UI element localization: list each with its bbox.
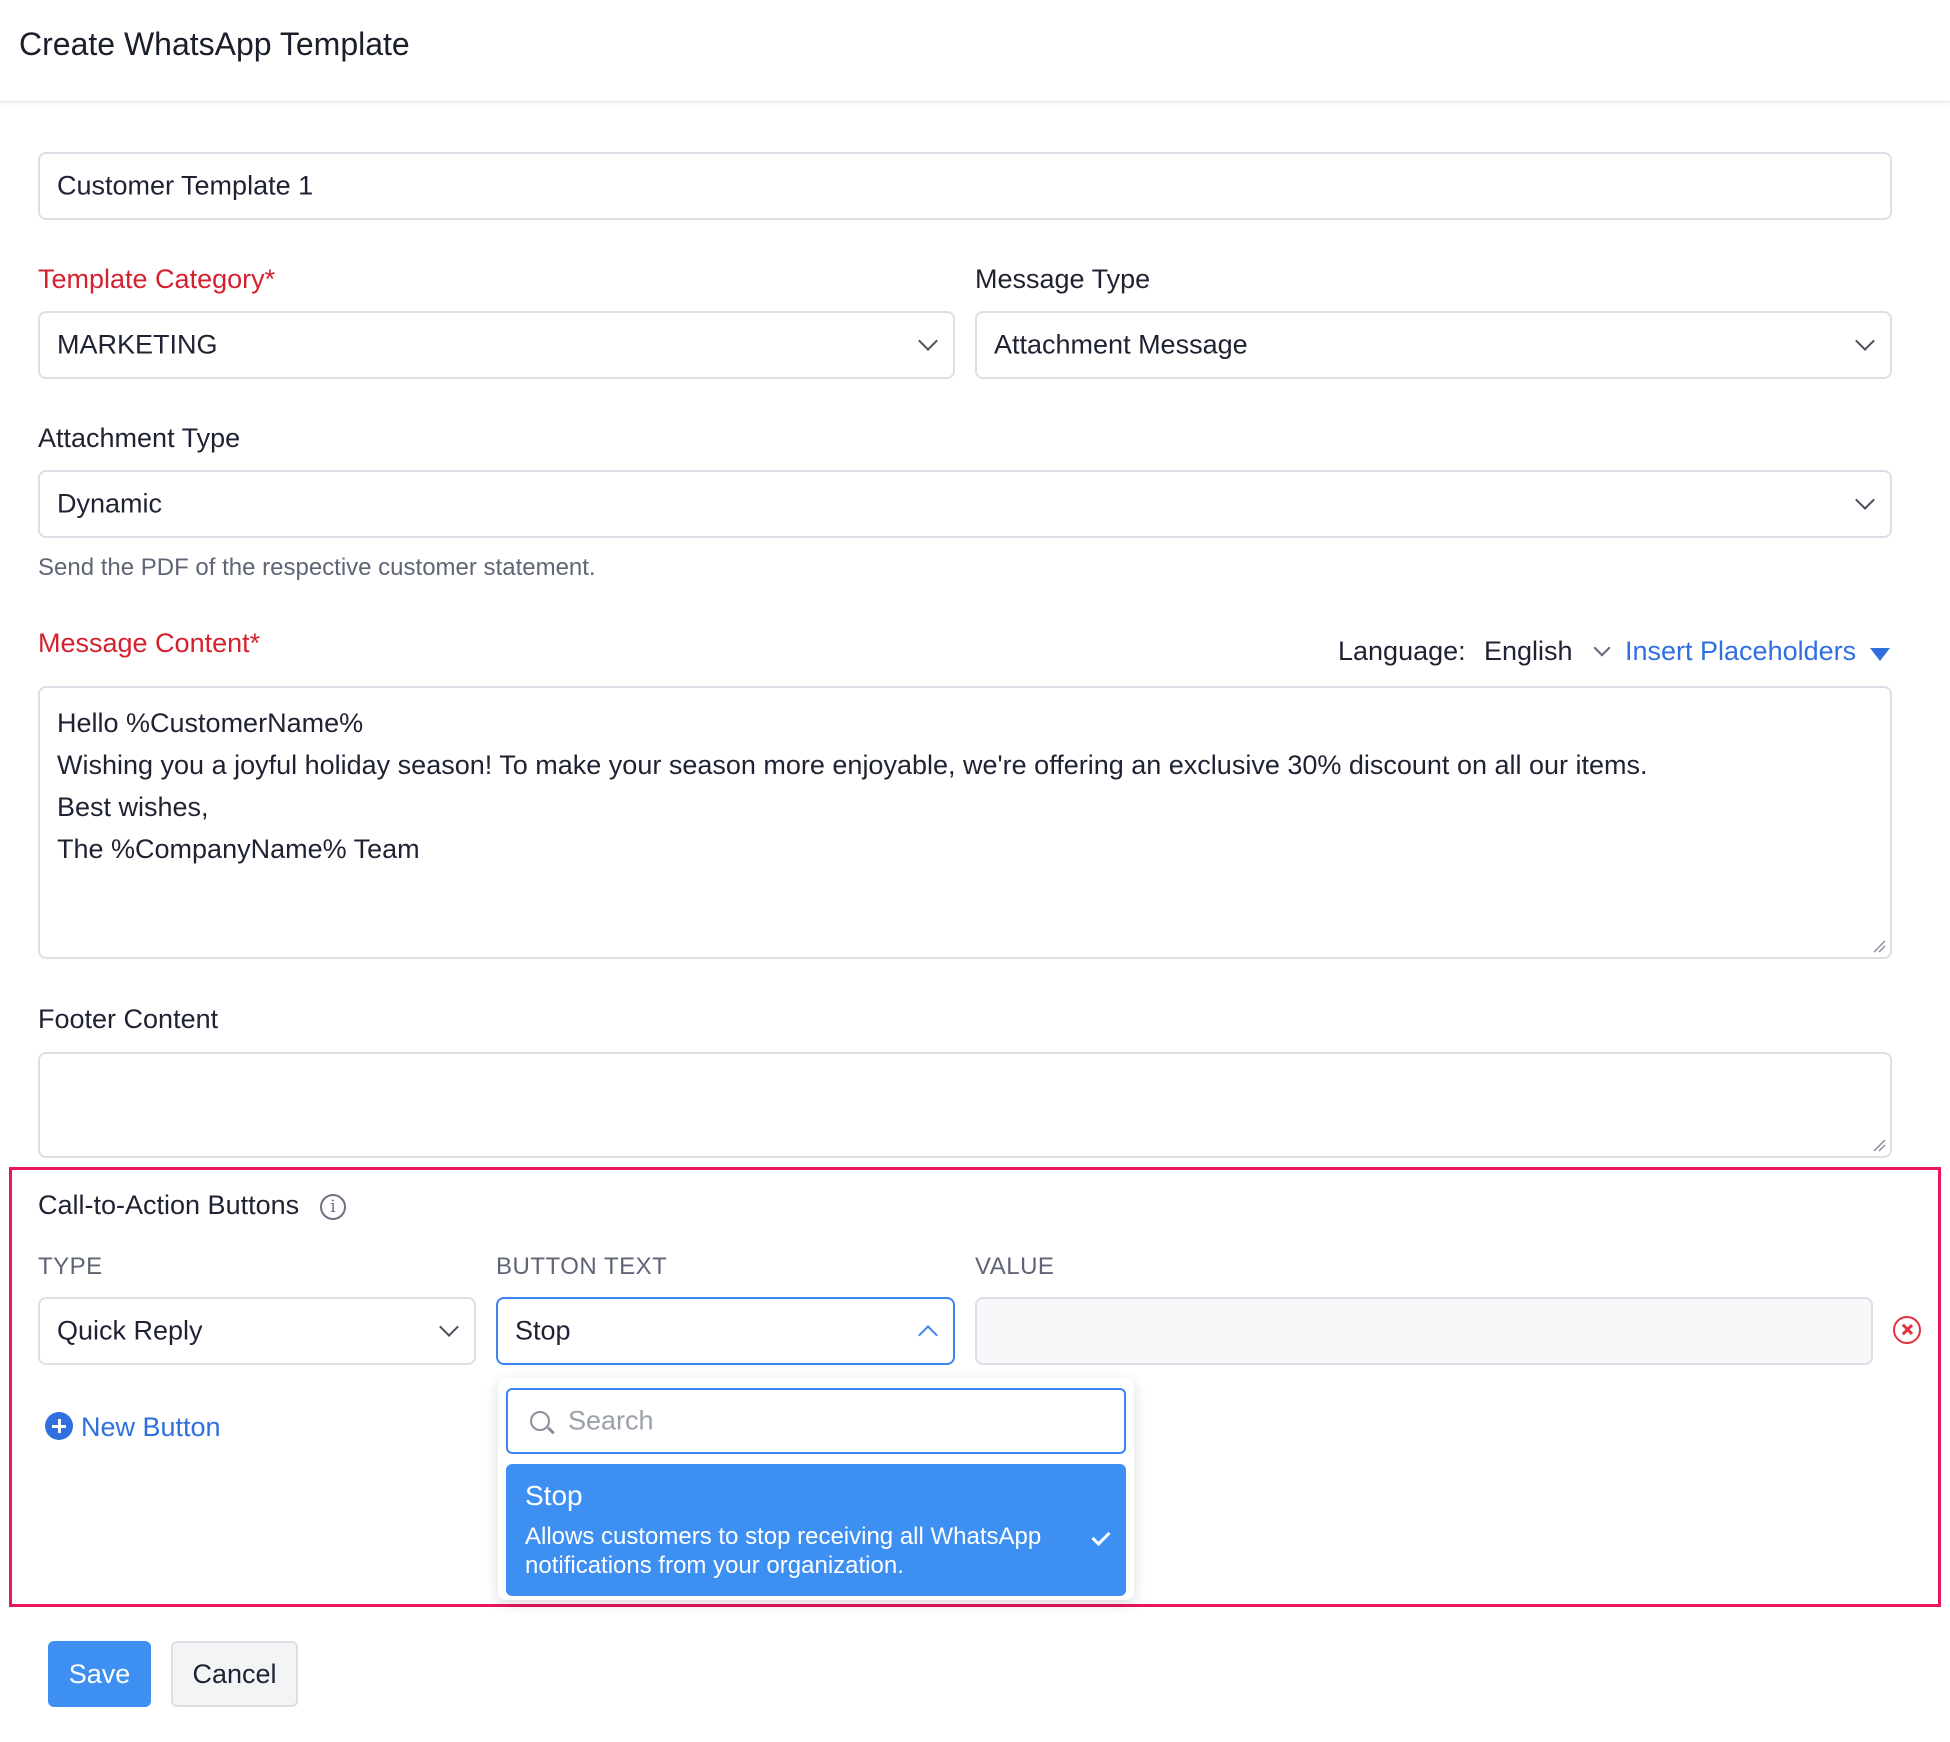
message-content-text: Hello %CustomerName% Wishing you a joyfu… — [57, 702, 1648, 870]
attachment-type-hint: Send the PDF of the respective customer … — [38, 554, 596, 581]
remove-row-icon[interactable] — [1893, 1316, 1921, 1344]
chevron-down-icon — [1855, 331, 1875, 351]
column-header-type: TYPE — [38, 1253, 103, 1280]
template-name-input[interactable]: Customer Template 1 — [38, 152, 1892, 220]
message-line: The %CompanyName% Team — [57, 834, 420, 864]
info-icon[interactable] — [320, 1194, 346, 1220]
cta-section-title: Call-to-Action Buttons — [38, 1190, 300, 1220]
chevron-down-icon — [918, 331, 938, 351]
message-type-value: Attachment Message — [994, 329, 1248, 360]
message-line: Hello %CustomerName% — [57, 708, 364, 738]
attachment-type-value: Dynamic — [57, 488, 163, 519]
template-category-value: MARKETING — [57, 329, 218, 360]
cta-type-select[interactable]: Quick Reply — [38, 1297, 476, 1365]
message-content-label: Message Content* — [38, 628, 261, 658]
language-value: English — [1484, 636, 1573, 666]
plus-circle-icon — [45, 1412, 73, 1440]
cta-value-input[interactable] — [975, 1297, 1873, 1365]
chevron-down-icon — [1593, 639, 1611, 657]
attachment-type-select[interactable]: Dynamic — [38, 470, 1892, 538]
search-placeholder: Search — [568, 1405, 654, 1436]
message-type-label: Message Type — [975, 264, 1151, 294]
attachment-type-label: Attachment Type — [38, 423, 241, 453]
button-text-dropdown: Search Stop Allows customers to stop rec… — [498, 1378, 1134, 1600]
new-button-label: New Button — [81, 1412, 221, 1442]
message-content-textarea[interactable]: Hello %CustomerName% Wishing you a joyfu… — [38, 686, 1892, 959]
page-header: Create WhatsApp Template — [0, 0, 1950, 102]
page-title: Create WhatsApp Template — [19, 26, 410, 62]
chevron-down-icon — [1855, 490, 1875, 510]
template-category-select[interactable]: MARKETING — [38, 311, 955, 379]
search-icon — [530, 1411, 550, 1431]
cta-type-value: Quick Reply — [57, 1315, 203, 1346]
option-description: Allows customers to stop receiving all W… — [525, 1523, 1042, 1579]
message-line: Wishing you a joyful holiday season! To … — [57, 750, 1648, 780]
footer-content-label: Footer Content — [38, 1004, 219, 1034]
message-line: Best wishes, — [57, 792, 209, 822]
option-title: Stop — [525, 1480, 583, 1511]
chevron-down-icon — [439, 1317, 459, 1337]
cta-button-text-value: Stop — [515, 1315, 571, 1346]
template-name-value: Customer Template 1 — [57, 170, 314, 201]
dropdown-search-input[interactable]: Search — [506, 1388, 1126, 1454]
footer-content-textarea[interactable] — [38, 1052, 1892, 1158]
dropdown-option-stop[interactable]: Stop Allows customers to stop receiving … — [506, 1464, 1126, 1596]
insert-placeholders-link[interactable]: Insert Placeholders — [1625, 636, 1856, 667]
caret-down-icon[interactable] — [1870, 648, 1890, 661]
message-type-select[interactable]: Attachment Message — [975, 311, 1892, 379]
chevron-up-icon — [918, 1325, 938, 1345]
cancel-button[interactable]: Cancel — [171, 1641, 298, 1707]
cta-button-text-select[interactable]: Stop — [496, 1297, 955, 1365]
column-header-button-text: BUTTON TEXT — [496, 1253, 668, 1280]
save-button[interactable]: Save — [48, 1641, 151, 1707]
language-label: Language: — [1338, 636, 1466, 666]
resize-handle-icon[interactable] — [1872, 1138, 1886, 1152]
template-category-label: Template Category* — [38, 264, 276, 294]
resize-handle-icon[interactable] — [1872, 939, 1886, 953]
column-header-value: VALUE — [975, 1253, 1055, 1280]
